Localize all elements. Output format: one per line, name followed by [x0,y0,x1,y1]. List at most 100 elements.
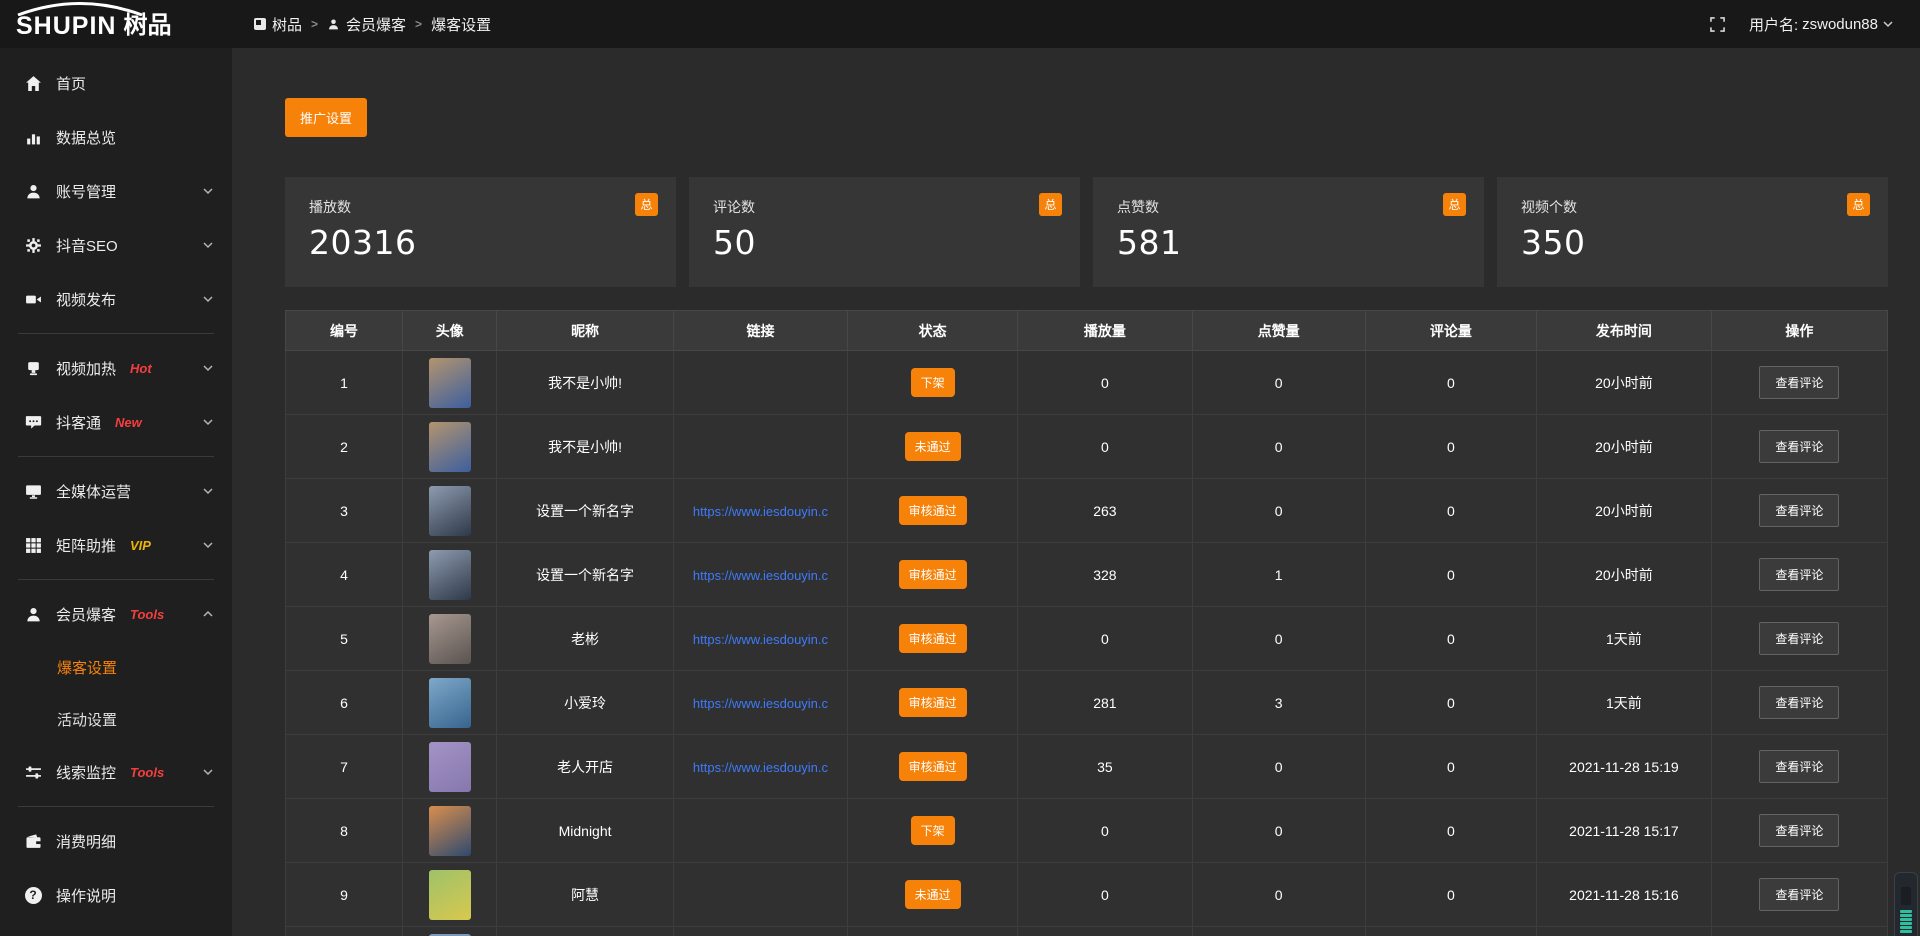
logo: SHUPIN 树品 [0,0,232,48]
chevron-down-icon [202,185,214,197]
cell-likes: 0 [1192,351,1365,415]
cell-comments: 0 [1365,799,1536,863]
sidebar-item-label: 抖音SEO [56,235,118,256]
total-badge: 总 [635,193,658,216]
sidebar-item-label: 矩阵助推 [56,535,116,556]
column-header: 点赞量 [1192,311,1365,351]
sidebar-item-video[interactable]: 视频发布 [0,272,232,326]
sidebar-item-member[interactable]: 会员爆客 Tools [0,587,232,641]
table-row: 3 设置一个新名字 https://www.iesdouyin.c 审核通过 2… [286,479,1888,543]
floating-widget[interactable] [1894,872,1918,936]
status-badge[interactable]: 下架 [911,368,955,397]
table-row: 1 我不是小帅! 下架 0 0 0 20小时前 查看评论 [286,351,1888,415]
status-badge[interactable]: 审核通过 [899,752,967,781]
status-badge[interactable]: 审核通过 [899,688,967,717]
sidebar-item-home[interactable]: 首页 [0,56,232,110]
cell-id: 6 [286,671,403,735]
sidebar-item-heater[interactable]: 视频加热 Hot [0,341,232,395]
avatar [429,614,471,664]
app-root: SHUPIN 树品 树品>会员爆客>爆客设置 用户名: zswodun88 首页… [0,0,1920,936]
video-link[interactable]: https://www.iesdouyin.c [693,760,828,775]
sidebar-item-sliders[interactable]: 线索监控 Tools [0,745,232,799]
sidebar-subitem[interactable]: 爆客设置 [0,641,232,693]
sliders-icon [24,763,42,781]
status-badge[interactable]: 审核通过 [899,624,967,653]
video-link[interactable]: https://www.iesdouyin.c [693,632,828,647]
cell-comments: 0 [1365,351,1536,415]
member-icon [24,605,42,623]
sidebar-item-question[interactable]: ? 操作说明 [0,868,232,922]
dashboard-icon [254,18,266,30]
sidebar-item-wallet[interactable]: 消费明细 [0,814,232,868]
video-icon [24,290,42,308]
view-comments-button[interactable]: 查看评论 [1759,878,1839,911]
table-row: 4 设置一个新名字 https://www.iesdouyin.c 审核通过 3… [286,543,1888,607]
status-badge[interactable]: 审核通过 [899,560,967,589]
breadcrumb-item[interactable]: 爆客设置 [431,14,491,35]
view-comments-button[interactable]: 查看评论 [1759,686,1839,719]
status-badge[interactable]: 未通过 [905,432,961,461]
breadcrumb-item[interactable]: 会员爆客 [327,14,406,35]
grid-icon [24,536,42,554]
cell-likes: 0 [1192,415,1365,479]
video-link[interactable]: https://www.iesdouyin.c [693,696,828,711]
divider [18,806,214,807]
sidebar-item-chat[interactable]: 抖客通 New [0,395,232,449]
video-link[interactable]: https://www.iesdouyin.c [693,568,828,583]
sidebar-subitem[interactable]: 活动设置 [0,693,232,745]
divider [18,456,214,457]
sidebar-item-gear[interactable]: 抖音SEO [0,218,232,272]
divider [18,333,214,334]
cell-nickname: 设置一个新名字 [497,479,673,543]
column-header: 状态 [848,311,1018,351]
status-badge[interactable]: 审核通过 [899,496,967,525]
total-badge: 总 [1039,193,1062,216]
table-row: 5 老彬 https://www.iesdouyin.c 审核通过 0 0 0 … [286,607,1888,671]
view-comments-button[interactable]: 查看评论 [1759,430,1839,463]
cell-time: 2021-11-28 15:17 [1537,799,1712,863]
view-comments-button[interactable]: 查看评论 [1759,494,1839,527]
column-header: 发布时间 [1537,311,1712,351]
chevron-down-icon [202,766,214,778]
sidebar-item-monitor[interactable]: 全媒体运营 [0,464,232,518]
view-comments-button[interactable]: 查看评论 [1759,558,1839,591]
sidebar-item-grid[interactable]: 矩阵助推 VIP [0,518,232,572]
view-comments-button[interactable]: 查看评论 [1759,622,1839,655]
total-badge: 总 [1847,193,1870,216]
cell-time: 1天前 [1537,607,1712,671]
view-comments-button[interactable]: 查看评论 [1759,814,1839,847]
sidebar-item-bar-chart[interactable]: 数据总览 [0,110,232,164]
table-row: 2 我不是小帅! 未通过 0 0 0 20小时前 查看评论 [286,415,1888,479]
promo-settings-button[interactable]: 推广设置 [285,98,367,137]
column-header: 播放量 [1018,311,1193,351]
wallet-icon [24,832,42,850]
sidebar-item-label: 视频加热 [56,358,116,379]
user-menu[interactable]: 用户名: zswodun88 [1749,14,1894,35]
video-link[interactable]: https://www.iesdouyin.c [693,504,828,519]
avatar [429,806,471,856]
breadcrumb-item[interactable]: 树品 [254,14,302,35]
fullscreen-icon[interactable] [1710,17,1725,32]
heater-icon [24,359,42,377]
avatar [429,678,471,728]
sidebar-badge: Tools [130,765,164,780]
stat-label: 评论数 [713,197,1056,217]
column-header: 头像 [402,311,497,351]
view-comments-button[interactable]: 查看评论 [1759,750,1839,783]
topbar-right: 用户名: zswodun88 [1710,14,1920,35]
cell-time: 20小时前 [1537,543,1712,607]
column-header: 评论量 [1365,311,1536,351]
table-row [286,927,1888,936]
stat-value: 50 [713,223,1056,262]
cell-likes: 0 [1192,863,1365,927]
home-icon [24,74,42,92]
view-comments-button[interactable]: 查看评论 [1759,366,1839,399]
sidebar-item-label: 全媒体运营 [56,481,131,502]
sidebar-item-user[interactable]: 账号管理 [0,164,232,218]
cell-likes: 0 [1192,479,1365,543]
cell-time: 2021-11-28 15:16 [1537,863,1712,927]
status-badge[interactable]: 未通过 [905,880,961,909]
status-badge[interactable]: 下架 [911,816,955,845]
breadcrumb-separator: > [415,17,422,31]
cell-id: 4 [286,543,403,607]
